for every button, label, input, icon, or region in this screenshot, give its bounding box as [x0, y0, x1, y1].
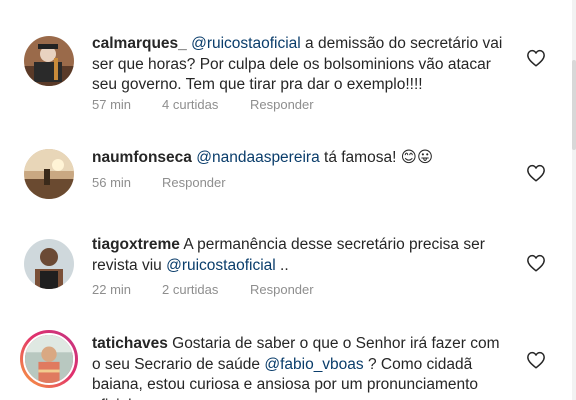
avatar [23, 333, 75, 385]
avatar-image [24, 36, 74, 86]
comment-time: 57 min [92, 97, 132, 112]
comment-text: calmarques_ @ruicostaoficial a demissão … [92, 34, 508, 96]
avatar[interactable] [24, 36, 74, 86]
comment-text: tatichaves Gostaria de saber o que o Sen… [92, 334, 508, 400]
reply-button[interactable]: Responder [250, 97, 314, 112]
avatar-image [24, 239, 74, 289]
comment-likes[interactable]: 4 curtidas [162, 97, 250, 112]
comment-meta: 22 min 2 curtidas Responder [92, 282, 314, 297]
heart-outline-icon[interactable] [526, 164, 546, 182]
comment-username[interactable]: naumfonseca [92, 149, 192, 166]
heart-outline-icon[interactable] [526, 254, 546, 272]
comment-meta: 56 min Responder [92, 175, 226, 190]
comment-body: tá famosa! 😊😛 [319, 149, 434, 166]
scrollbar-track[interactable] [572, 0, 576, 400]
comment-username[interactable]: tiagoxtreme [92, 236, 180, 253]
heart-outline-icon[interactable] [526, 49, 546, 67]
comment-time: 22 min [92, 282, 132, 297]
avatar[interactable] [24, 239, 74, 289]
avatar-story-ring[interactable] [20, 330, 78, 388]
comment-time: 56 min [92, 175, 132, 190]
reply-button[interactable]: Responder [162, 175, 226, 190]
scrollbar-thumb[interactable] [572, 60, 576, 150]
comment-username[interactable]: calmarques_ [92, 35, 187, 52]
comment-username[interactable]: tatichaves [92, 335, 168, 352]
avatar-image [25, 335, 73, 383]
comment-mention[interactable]: @ruicostaoficial [166, 257, 276, 274]
comment-mention[interactable]: @fabio_vboas [264, 356, 363, 373]
comment-text: naumfonseca @nandaaspereira tá famosa! 😊… [92, 148, 508, 169]
comment-mention[interactable]: @ruicostaoficial [191, 35, 301, 52]
avatar-image [24, 149, 74, 199]
reply-button[interactable]: Responder [250, 282, 314, 297]
comment-mention[interactable]: @nandaaspereira [196, 149, 319, 166]
heart-outline-icon[interactable] [526, 351, 546, 369]
comment-likes[interactable]: 2 curtidas [162, 282, 250, 297]
comment-text: tiagoxtreme A permanência desse secretár… [92, 235, 508, 276]
comment-meta: 57 min 4 curtidas Responder [92, 97, 314, 112]
avatar[interactable] [24, 149, 74, 199]
comment-body-end: .. [275, 256, 289, 274]
